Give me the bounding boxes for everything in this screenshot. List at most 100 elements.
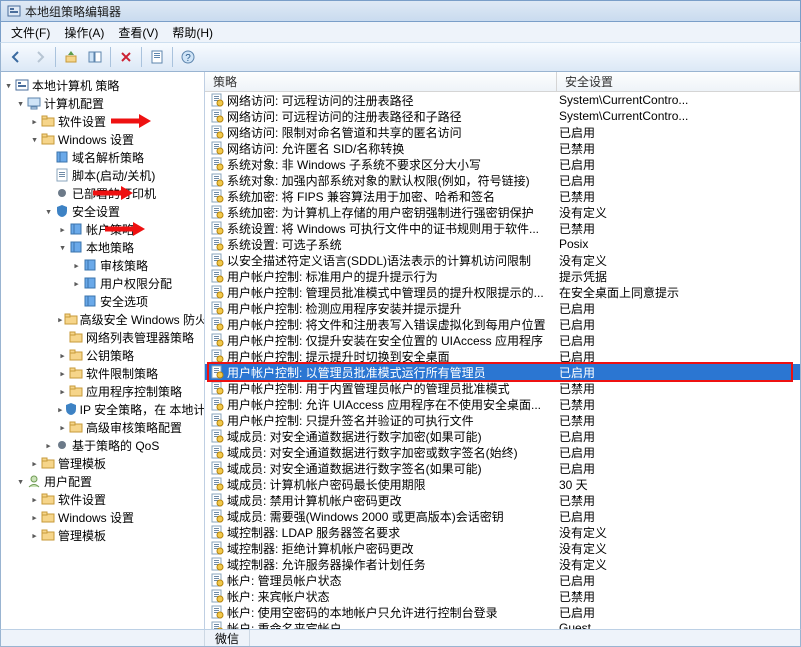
- tree-item[interactable]: ▸应用程序控制策略: [1, 382, 204, 400]
- tree-item[interactable]: ▸高级审核策略配置: [1, 418, 204, 436]
- tree-item[interactable]: ▾安全设置: [1, 202, 204, 220]
- tree-item[interactable]: ▸高级安全 Windows 防火墙: [1, 310, 204, 328]
- expand-icon[interactable]: ▸: [29, 529, 40, 542]
- tree-item[interactable]: ▸管理模板: [1, 454, 204, 472]
- properties-button[interactable]: [146, 46, 168, 68]
- policy-row[interactable]: 用户帐户控制: 将文件和注册表写入错误虚拟化到每用户位置已启用: [205, 316, 800, 332]
- policy-row[interactable]: 域控制器: LDAP 服务器签名要求没有定义: [205, 524, 800, 540]
- tree-item[interactable]: ▸帐户策略: [1, 220, 204, 238]
- expand-icon[interactable]: ▸: [57, 403, 64, 416]
- policy-row[interactable]: 用户帐户控制: 管理员批准模式中管理员的提升权限提示的...在安全桌面上同意提示: [205, 284, 800, 300]
- tree-item[interactable]: 安全选项: [1, 292, 204, 310]
- expand-icon[interactable]: ▾: [29, 133, 40, 146]
- policy-row[interactable]: 用户帐户控制: 仅提升安装在安全位置的 UIAccess 应用程序已启用: [205, 332, 800, 348]
- expand-icon[interactable]: ▾: [43, 205, 54, 218]
- policy-row[interactable]: 系统设置: 将 Windows 可执行文件中的证书规则用于软件...已禁用: [205, 220, 800, 236]
- tree-root[interactable]: ▾ 本地计算机 策略: [1, 76, 204, 94]
- back-button[interactable]: [5, 46, 27, 68]
- show-hide-tree-button[interactable]: [84, 46, 106, 68]
- policy-row[interactable]: 系统对象: 非 Windows 子系统不要求区分大小写已启用: [205, 156, 800, 172]
- policy-row[interactable]: 用户帐户控制: 用于内置管理员帐户的管理员批准模式已禁用: [205, 380, 800, 396]
- policy-row[interactable]: 域成员: 对安全通道数据进行数字签名(如果可能)已启用: [205, 460, 800, 476]
- policy-row[interactable]: 域成员: 计算机帐户密码最长使用期限30 天: [205, 476, 800, 492]
- tree-item[interactable]: ▸IP 安全策略，在 本地计算机: [1, 400, 204, 418]
- expand-icon[interactable]: ▾: [15, 475, 26, 488]
- policy-row[interactable]: 帐户: 重命名来宾帐户Guest: [205, 620, 800, 629]
- menu-action[interactable]: 操作(A): [58, 23, 110, 42]
- policy-list[interactable]: 网络访问: 可远程访问的注册表路径System\CurrentContro...…: [205, 92, 800, 629]
- policy-row[interactable]: 用户帐户控制: 以管理员批准模式运行所有管理员已启用: [205, 364, 800, 380]
- tree-item[interactable]: ▾计算机配置: [1, 94, 204, 112]
- tree-item[interactable]: 域名解析策略: [1, 148, 204, 166]
- help-button[interactable]: ?: [177, 46, 199, 68]
- tree-item[interactable]: 脚本(启动/关机): [1, 166, 204, 184]
- tree-item[interactable]: ▸基于策略的 QoS: [1, 436, 204, 454]
- expand-icon[interactable]: ▸: [57, 349, 68, 362]
- expand-icon[interactable]: ▸: [29, 457, 40, 470]
- policy-name: 用户帐户控制: 仅提升安装在安全位置的 UIAccess 应用程序: [227, 332, 559, 349]
- column-policy[interactable]: 策略: [205, 72, 557, 91]
- policy-row[interactable]: 域成员: 需要强(Windows 2000 或更高版本)会话密钥已启用: [205, 508, 800, 524]
- tree-item[interactable]: ▾用户配置: [1, 472, 204, 490]
- forward-button[interactable]: [29, 46, 51, 68]
- policy-row[interactable]: 系统加密: 为计算机上存储的用户密钥强制进行强密钥保护没有定义: [205, 204, 800, 220]
- expand-icon[interactable]: ▸: [71, 259, 82, 272]
- book-icon: [82, 293, 98, 309]
- policy-row[interactable]: 网络访问: 允许匿名 SID/名称转换已禁用: [205, 140, 800, 156]
- delete-button[interactable]: [115, 46, 137, 68]
- tree-item[interactable]: ▸ 软件限制策略: [1, 364, 204, 382]
- tree-item[interactable]: ▸公钥策略: [1, 346, 204, 364]
- expand-icon[interactable]: ▸: [57, 421, 68, 434]
- policy-row[interactable]: 域成员: 对安全通道数据进行数字加密(如果可能)已启用: [205, 428, 800, 444]
- expand-icon[interactable]: ▸: [71, 277, 82, 290]
- policy-row[interactable]: 系统设置: 可选子系统Posix: [205, 236, 800, 252]
- policy-row[interactable]: 系统加密: 将 FIPS 兼容算法用于加密、哈希和签名已禁用: [205, 188, 800, 204]
- policy-row[interactable]: 用户帐户控制: 标准用户的提升提示行为提示凭据: [205, 268, 800, 284]
- policy-row[interactable]: 系统对象: 加强内部系统对象的默认权限(例如，符号链接)已启用: [205, 172, 800, 188]
- tree-item[interactable]: ▸审核策略: [1, 256, 204, 274]
- policy-row[interactable]: 网络访问: 可远程访问的注册表路径System\CurrentContro...: [205, 92, 800, 108]
- policy-row[interactable]: 帐户: 使用空密码的本地帐户只允许进行控制台登录已启用: [205, 604, 800, 620]
- tree-item[interactable]: ▸软件设置: [1, 112, 204, 130]
- policy-row[interactable]: 域控制器: 允许服务器操作者计划任务没有定义: [205, 556, 800, 572]
- policy-row[interactable]: 网络访问: 可远程访问的注册表路径和子路径System\CurrentContr…: [205, 108, 800, 124]
- expand-icon[interactable]: ▸: [57, 385, 68, 398]
- expand-icon[interactable]: ▸: [43, 439, 54, 452]
- policy-row[interactable]: 域成员: 禁用计算机帐户密码更改已禁用: [205, 492, 800, 508]
- expand-icon[interactable]: ▸: [57, 223, 68, 236]
- menu-view[interactable]: 查看(V): [112, 23, 164, 42]
- tree-item[interactable]: ▾本地策略: [1, 238, 204, 256]
- tree-pane[interactable]: ▾ 本地计算机 策略 ▾计算机配置▸软件设置▾Windows 设置域名解析策略脚…: [1, 72, 205, 629]
- column-security-setting[interactable]: 安全设置: [557, 72, 800, 91]
- policy-row[interactable]: 用户帐户控制: 允许 UIAccess 应用程序在不使用安全桌面...已禁用: [205, 396, 800, 412]
- policy-row[interactable]: 帐户: 管理员帐户状态已启用: [205, 572, 800, 588]
- policy-row[interactable]: 用户帐户控制: 提示提升时切换到安全桌面已启用: [205, 348, 800, 364]
- tree-item[interactable]: ▸用户权限分配: [1, 274, 204, 292]
- policy-row[interactable]: 网络访问: 限制对命名管道和共享的匿名访问已启用: [205, 124, 800, 140]
- policy-row[interactable]: 以安全描述符定义语言(SDDL)语法表示的计算机访问限制没有定义: [205, 252, 800, 268]
- expand-icon[interactable]: ▸: [57, 313, 64, 326]
- tree-item[interactable]: ▸软件设置: [1, 490, 204, 508]
- expand-icon[interactable]: ▸: [29, 493, 40, 506]
- tree-item[interactable]: 已部署的打印机: [1, 184, 204, 202]
- policy-row[interactable]: 域控制器: 拒绝计算机帐户密码更改没有定义: [205, 540, 800, 556]
- policy-setting: 提示凭据: [559, 268, 800, 285]
- tree-item-label: 软件限制策略: [86, 365, 158, 382]
- tree-item[interactable]: 网络列表管理器策略: [1, 328, 204, 346]
- policy-row[interactable]: 域成员: 对安全通道数据进行数字加密或数字签名(始终)已启用: [205, 444, 800, 460]
- policy-row[interactable]: 用户帐户控制: 只提升签名并验证的可执行文件已禁用: [205, 412, 800, 428]
- expand-icon[interactable]: ▸: [57, 367, 68, 380]
- policy-row[interactable]: 用户帐户控制: 检测应用程序安装并提示提升已启用: [205, 300, 800, 316]
- tree-item[interactable]: ▾Windows 设置: [1, 130, 204, 148]
- expand-icon[interactable]: ▾: [3, 79, 14, 92]
- expand-icon[interactable]: ▾: [15, 97, 26, 110]
- tree-item[interactable]: ▸Windows 设置: [1, 508, 204, 526]
- menu-help[interactable]: 帮助(H): [166, 23, 219, 42]
- expand-icon[interactable]: ▸: [29, 511, 40, 524]
- up-button[interactable]: [60, 46, 82, 68]
- menu-file[interactable]: 文件(F): [5, 23, 56, 42]
- tree-item[interactable]: ▸管理模板: [1, 526, 204, 544]
- expand-icon[interactable]: ▾: [57, 241, 68, 254]
- policy-row[interactable]: 帐户: 来宾帐户状态已禁用: [205, 588, 800, 604]
- expand-icon[interactable]: ▸: [29, 115, 40, 128]
